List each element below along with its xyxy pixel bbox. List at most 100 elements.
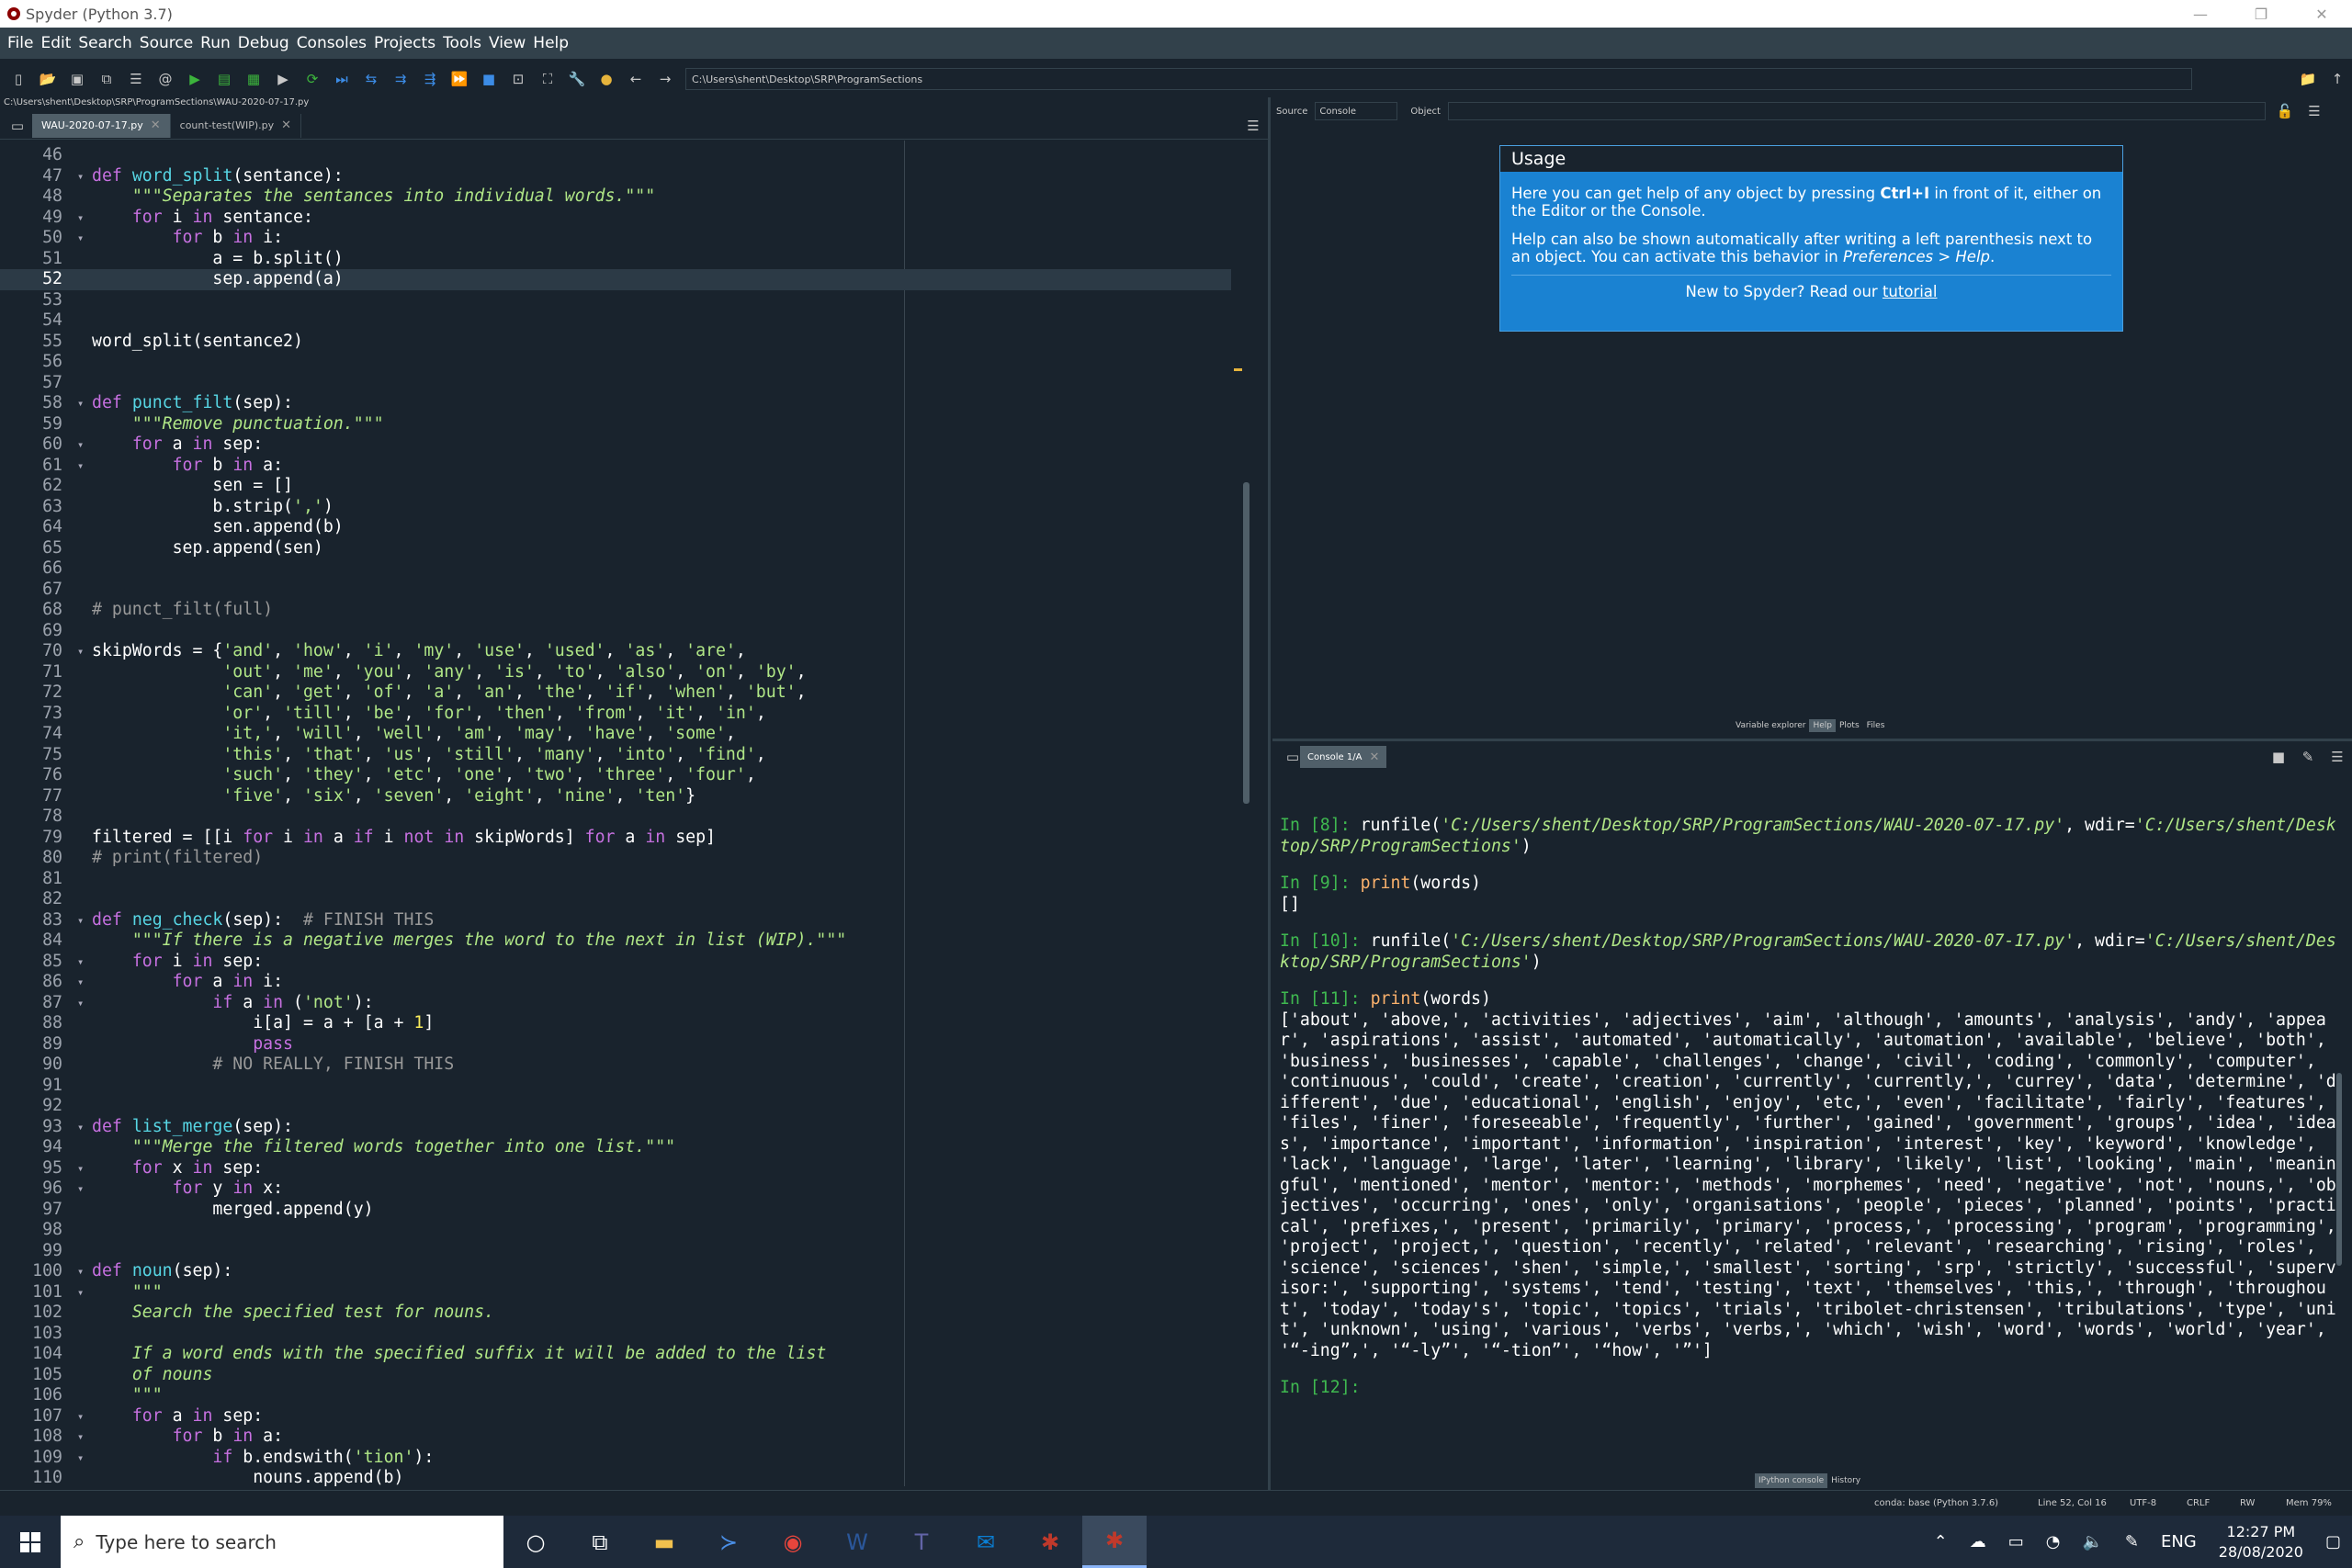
at-icon[interactable]: @ xyxy=(153,67,177,91)
browse-tabs-icon[interactable]: ▭ xyxy=(6,114,29,138)
menu-item-run[interactable]: Run xyxy=(197,34,234,52)
cortana-icon[interactable]: ○ xyxy=(503,1516,568,1568)
browse-console-tabs-icon[interactable]: ▭ xyxy=(1281,745,1305,769)
close-icon[interactable]: ✕ xyxy=(281,118,291,132)
menu-item-help[interactable]: Help xyxy=(529,34,572,52)
tab-help[interactable]: Help xyxy=(1809,719,1836,732)
maximize-pane-icon[interactable]: ⊡ xyxy=(506,67,530,91)
run-icon[interactable]: ▶ xyxy=(183,67,207,91)
step-into-icon[interactable]: ⇉ xyxy=(389,67,413,91)
onedrive-icon[interactable]: ☁ xyxy=(1959,1532,1997,1551)
notifications-icon[interactable]: ▢ xyxy=(2314,1532,2352,1551)
source-select[interactable]: Console xyxy=(1315,102,1398,120)
fold-arrow-icon[interactable]: ▾ xyxy=(77,972,84,993)
python-path-icon[interactable]: ● xyxy=(594,67,618,91)
fold-arrow-icon[interactable]: ▾ xyxy=(77,1448,84,1469)
clear-console-icon[interactable]: ✎ xyxy=(2296,745,2320,769)
tutorial-link[interactable]: tutorial xyxy=(1883,283,1938,300)
lock-icon[interactable]: 🔓 xyxy=(2273,99,2297,123)
tab-plots[interactable]: Plots xyxy=(1836,719,1863,732)
console-scrollbar[interactable] xyxy=(2336,1073,2342,1266)
stop-kernel-icon[interactable]: ■ xyxy=(2267,745,2290,769)
restore-button[interactable]: ❐ xyxy=(2231,0,2291,28)
object-input[interactable] xyxy=(1447,102,2266,120)
wifi-icon[interactable]: ◔ xyxy=(2035,1532,2072,1551)
ipython-console[interactable]: In [8]: runfile('C:/Users/shent/Desktop/… xyxy=(1280,816,2336,1416)
editor-options-icon[interactable]: ☰ xyxy=(1241,114,1265,138)
file-explorer-icon[interactable]: ▬ xyxy=(632,1516,696,1568)
teams-icon[interactable]: T xyxy=(889,1516,954,1568)
spyder-active-taskbar-icon[interactable]: ✱ xyxy=(1082,1516,1147,1568)
fold-arrow-icon[interactable]: ▾ xyxy=(77,1158,84,1179)
fold-arrow-icon[interactable]: ▾ xyxy=(77,1282,84,1303)
tab-history[interactable]: History xyxy=(1827,1473,1864,1488)
menu-item-edit[interactable]: Edit xyxy=(37,34,74,52)
step-return-icon[interactable]: ⇶ xyxy=(418,67,442,91)
code-editor[interactable]: 46 47 ▾ def word_split(sentance): 48 """Sepa… xyxy=(0,141,1250,1486)
language-indicator[interactable]: ENG xyxy=(2150,1532,2208,1551)
menu-item-projects[interactable]: Projects xyxy=(370,34,439,52)
close-icon[interactable]: ✕ xyxy=(1369,750,1379,764)
fold-arrow-icon[interactable]: ▾ xyxy=(77,434,84,456)
working-directory-input[interactable]: C:\Users\shent\Desktop\SRP\ProgramSectio… xyxy=(685,68,2192,90)
battery-icon[interactable]: ▭ xyxy=(1997,1532,2035,1551)
fold-arrow-icon[interactable]: ▾ xyxy=(77,641,84,662)
debug-icon[interactable]: ⏭ xyxy=(330,67,354,91)
tab-files[interactable]: Files xyxy=(1862,719,1889,732)
fold-arrow-icon[interactable]: ▾ xyxy=(77,952,84,973)
editor-scrollbar[interactable] xyxy=(1243,482,1250,804)
tab-console-1a[interactable]: Console 1/A ✕ xyxy=(1300,746,1387,768)
fold-arrow-icon[interactable]: ▾ xyxy=(77,1117,84,1138)
run-cell-icon[interactable]: ▤ xyxy=(212,67,236,91)
powershell-icon[interactable]: ≻ xyxy=(696,1516,761,1568)
pane-splitter[interactable] xyxy=(1268,97,1271,1490)
back-arrow-icon[interactable]: ← xyxy=(624,67,648,91)
tray-chevron-icon[interactable]: ⌃ xyxy=(1923,1532,1959,1551)
chrome-icon[interactable]: ◉ xyxy=(761,1516,825,1568)
start-button[interactable] xyxy=(0,1516,61,1568)
taskbar-search[interactable]: ⌕ Type here to search xyxy=(61,1516,503,1568)
menu-item-source[interactable]: Source xyxy=(136,34,197,52)
fold-arrow-icon[interactable]: ▾ xyxy=(77,1427,84,1448)
continue-icon[interactable]: ⏩ xyxy=(447,67,471,91)
minimize-button[interactable]: — xyxy=(2170,0,2231,28)
tab-ipython-console[interactable]: IPython console xyxy=(1755,1473,1828,1488)
volume-icon[interactable]: 🔈 xyxy=(2071,1532,2113,1551)
console-options-icon[interactable]: ☰ xyxy=(2325,745,2349,769)
close-icon[interactable]: ✕ xyxy=(151,118,161,132)
preferences-icon[interactable]: 🔧 xyxy=(565,67,589,91)
open-file-icon[interactable]: 📂 xyxy=(36,67,60,91)
fold-arrow-icon[interactable]: ▾ xyxy=(77,166,84,187)
editor-tab[interactable]: WAU-2020-07-17.py ✕ xyxy=(32,113,171,138)
menu-item-tools[interactable]: Tools xyxy=(439,34,485,52)
fold-arrow-icon[interactable]: ▾ xyxy=(77,993,84,1014)
pen-icon[interactable]: ✎ xyxy=(2114,1532,2150,1551)
browse-folder-icon[interactable]: 📁 xyxy=(2296,67,2320,91)
menu-item-consoles[interactable]: Consoles xyxy=(293,34,370,52)
fold-arrow-icon[interactable]: ▾ xyxy=(77,393,84,414)
stop-debug-icon[interactable]: ■ xyxy=(477,67,501,91)
word-icon[interactable]: W xyxy=(825,1516,889,1568)
close-button[interactable]: ✕ xyxy=(2291,0,2352,28)
fullscreen-icon[interactable]: ⛶ xyxy=(536,67,560,91)
menu-item-debug[interactable]: Debug xyxy=(234,34,293,52)
rerun-icon[interactable]: ⟳ xyxy=(300,67,324,91)
menu-item-file[interactable]: File xyxy=(4,34,37,52)
save-all-icon[interactable]: ⧉ xyxy=(95,67,119,91)
new-file-icon[interactable]: ▯ xyxy=(6,67,30,91)
fold-arrow-icon[interactable]: ▾ xyxy=(77,1406,84,1427)
pane-splitter-horizontal[interactable] xyxy=(1272,739,2352,741)
menu-item-view[interactable]: View xyxy=(485,34,529,52)
list-icon[interactable]: ☰ xyxy=(124,67,148,91)
mail-icon[interactable]: ✉ xyxy=(954,1516,1018,1568)
tab-variable-explorer[interactable]: Variable explorer xyxy=(1732,719,1810,732)
run-selection-icon[interactable]: ▶ xyxy=(271,67,295,91)
fold-arrow-icon[interactable]: ▾ xyxy=(77,1261,84,1282)
menu-item-search[interactable]: Search xyxy=(74,34,135,52)
parent-dir-icon[interactable]: ↑ xyxy=(2325,67,2349,91)
fold-arrow-icon[interactable]: ▾ xyxy=(77,1179,84,1200)
save-icon[interactable]: ▣ xyxy=(65,67,89,91)
help-options-icon[interactable]: ☰ xyxy=(2302,99,2326,123)
step-icon[interactable]: ⇆ xyxy=(359,67,383,91)
fold-arrow-icon[interactable]: ▾ xyxy=(77,208,84,229)
